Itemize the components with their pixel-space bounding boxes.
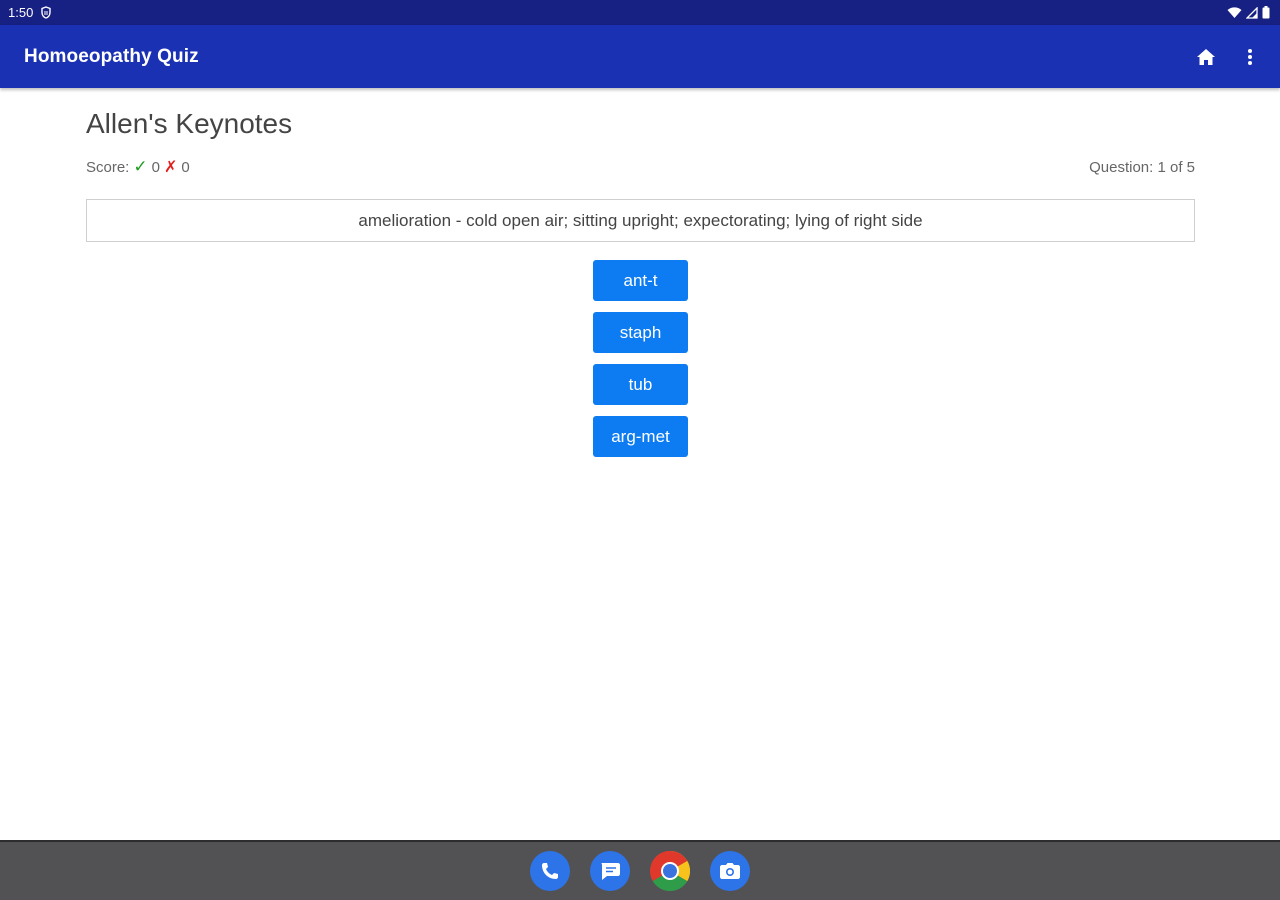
more-vert-icon[interactable] (1238, 45, 1262, 69)
answer-button[interactable]: arg-met (593, 416, 688, 457)
question-box: amelioration - cold open air; sitting up… (86, 199, 1195, 242)
camera-icon[interactable] (710, 851, 750, 891)
answer-button[interactable]: staph (593, 312, 688, 353)
score-label: Score: (86, 158, 130, 176)
correct-count: 0 (151, 158, 160, 176)
status-left: 1:50 (8, 5, 52, 20)
question-text: amelioration - cold open air; sitting up… (358, 210, 923, 230)
status-bar: 1:50 (0, 0, 1280, 25)
dock (0, 840, 1280, 900)
page-title: Allen's Keynotes (86, 108, 293, 139)
check-icon: ✓ (133, 157, 148, 176)
answer-list: ant-t staph tub arg-met (593, 260, 688, 457)
home-icon[interactable] (1194, 45, 1218, 69)
cross-icon: ✗ (163, 159, 178, 176)
messages-icon[interactable] (590, 851, 630, 891)
app-actions (1194, 45, 1262, 69)
battery-icon (1262, 6, 1270, 19)
app-title: Homoeopathy Quiz (24, 45, 199, 67)
answer-button[interactable]: tub (593, 364, 688, 405)
status-right (1227, 6, 1270, 19)
signal-icon (1246, 6, 1258, 19)
status-time: 1:50 (8, 5, 34, 20)
wrong-count: 0 (181, 158, 190, 176)
chrome-icon[interactable] (650, 851, 690, 891)
score: Score: ✓ 0 ✗ 0 (86, 157, 190, 177)
shield-icon (41, 6, 52, 19)
phone-icon[interactable] (530, 851, 570, 891)
app-bar: Homoeopathy Quiz (0, 25, 1280, 88)
answer-button[interactable]: ant-t (593, 260, 688, 301)
score-row: Score: ✓ 0 ✗ 0 Question: 1 of 5 (86, 157, 1195, 177)
question-counter: Question: 1 of 5 (1089, 158, 1195, 176)
wifi-icon (1227, 6, 1242, 19)
